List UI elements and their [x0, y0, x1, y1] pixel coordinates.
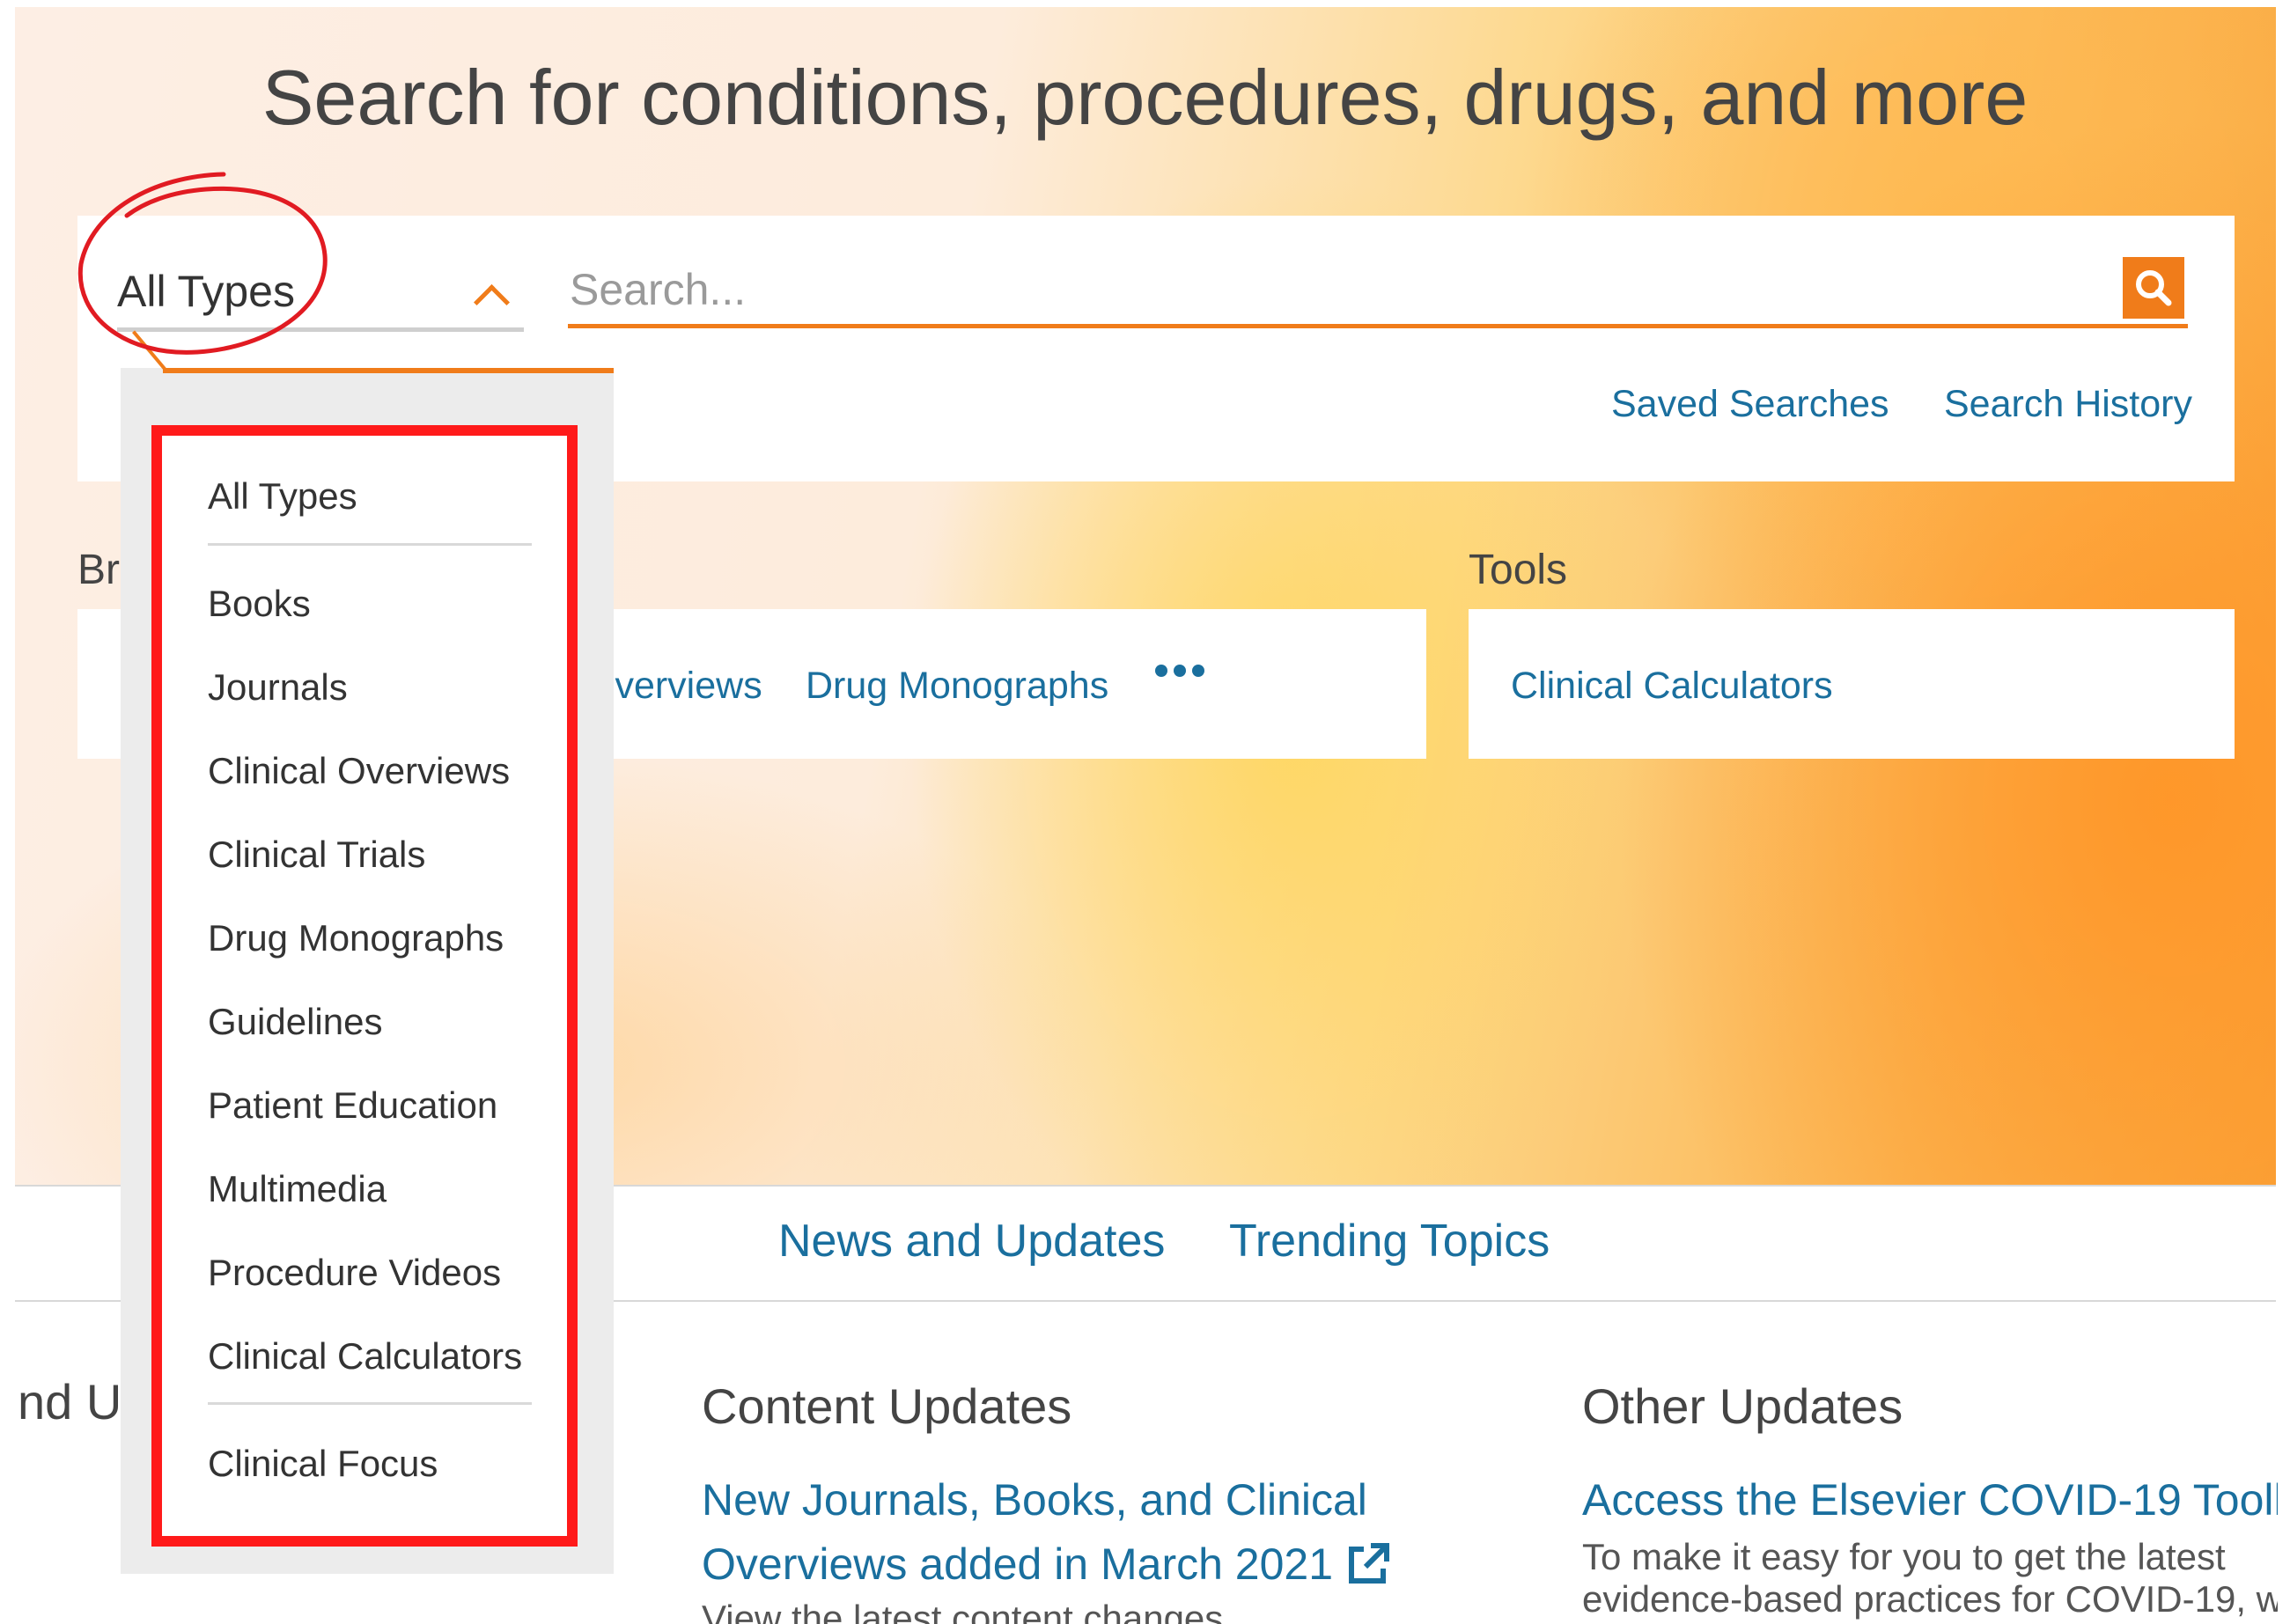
external-link-icon[interactable]: [1344, 1540, 1392, 1588]
dropdown-item-patient-education[interactable]: Patient Education: [208, 1084, 497, 1127]
dropdown-item-guidelines[interactable]: Guidelines: [208, 1001, 382, 1043]
news-updates-heading: nd U: [18, 1374, 122, 1429]
type-select[interactable]: All Types: [117, 255, 524, 332]
content-updates-link-line2[interactable]: Overviews added in March 2021: [702, 1539, 1333, 1590]
other-updates-desc-clip: To make it easy for you to get the lates…: [1582, 1536, 2278, 1624]
tools-heading: Tools: [1469, 547, 1568, 593]
content-updates-desc: View the latest content changes: [702, 1598, 1224, 1624]
type-dropdown-list: All Types Books Journals Clinical Overvi…: [151, 425, 578, 1547]
tab-trending-topics[interactable]: Trending Topics: [1229, 1215, 1550, 1268]
other-updates-link[interactable]: Access the Elsevier COVID-19 Toolk: [1582, 1474, 2278, 1525]
dropdown-separator: [208, 1402, 532, 1405]
dropdown-item-books[interactable]: Books: [208, 583, 311, 625]
saved-searches-link[interactable]: Saved Searches: [1611, 383, 1889, 426]
type-select-value: All Types: [117, 267, 295, 316]
tools-link-clinical-calculators[interactable]: Clinical Calculators: [1511, 665, 1833, 708]
dropdown-item-journals[interactable]: Journals: [208, 666, 348, 709]
content-updates-desc-clip: View the latest content changes: [702, 1598, 1318, 1624]
more-dots-icon[interactable]: [1155, 665, 1204, 677]
search-input[interactable]: [568, 255, 2188, 328]
browse-link-drug-monographs[interactable]: Drug Monographs: [806, 665, 1108, 708]
search-icon: [2136, 270, 2172, 306]
dropdown-item-all-types[interactable]: All Types: [208, 475, 357, 518]
dropdown-separator: [208, 543, 532, 546]
other-updates-desc-line1: To make it easy for you to get the lates…: [1582, 1536, 2226, 1577]
search-history-link[interactable]: Search History: [1944, 383, 2192, 426]
tab-news-and-updates[interactable]: News and Updates: [778, 1215, 1165, 1268]
dropdown-item-clinical-trials[interactable]: Clinical Trials: [208, 834, 425, 876]
hero-title: Search for conditions, procedures, drugs…: [261, 54, 2029, 141]
dropdown-item-clinical-overviews[interactable]: Clinical Overviews: [208, 750, 510, 792]
search-button[interactable]: [2123, 257, 2184, 319]
dropdown-item-clinical-focus[interactable]: Clinical Focus: [208, 1443, 438, 1485]
other-updates-link-clip: Access the Elsevier COVID-19 Toolk: [1582, 1470, 2278, 1532]
chevron-up-icon: [473, 283, 511, 320]
content-updates-link-line1[interactable]: New Journals, Books, and Clinical: [702, 1474, 1367, 1525]
dropdown-item-drug-monographs[interactable]: Drug Monographs: [208, 917, 504, 959]
dropdown-item-multimedia[interactable]: Multimedia: [208, 1168, 387, 1210]
dropdown-accent-bar: [163, 368, 614, 373]
content-updates-heading: Content Updates: [702, 1378, 1072, 1434]
dropdown-item-clinical-calculators[interactable]: Clinical Calculators: [208, 1335, 522, 1378]
dropdown-item-procedure-videos[interactable]: Procedure Videos: [208, 1252, 501, 1294]
other-updates-desc-line2: evidence-based practices for COVID-19, w: [1582, 1578, 2278, 1620]
other-updates-heading: Other Updates: [1582, 1378, 1903, 1434]
